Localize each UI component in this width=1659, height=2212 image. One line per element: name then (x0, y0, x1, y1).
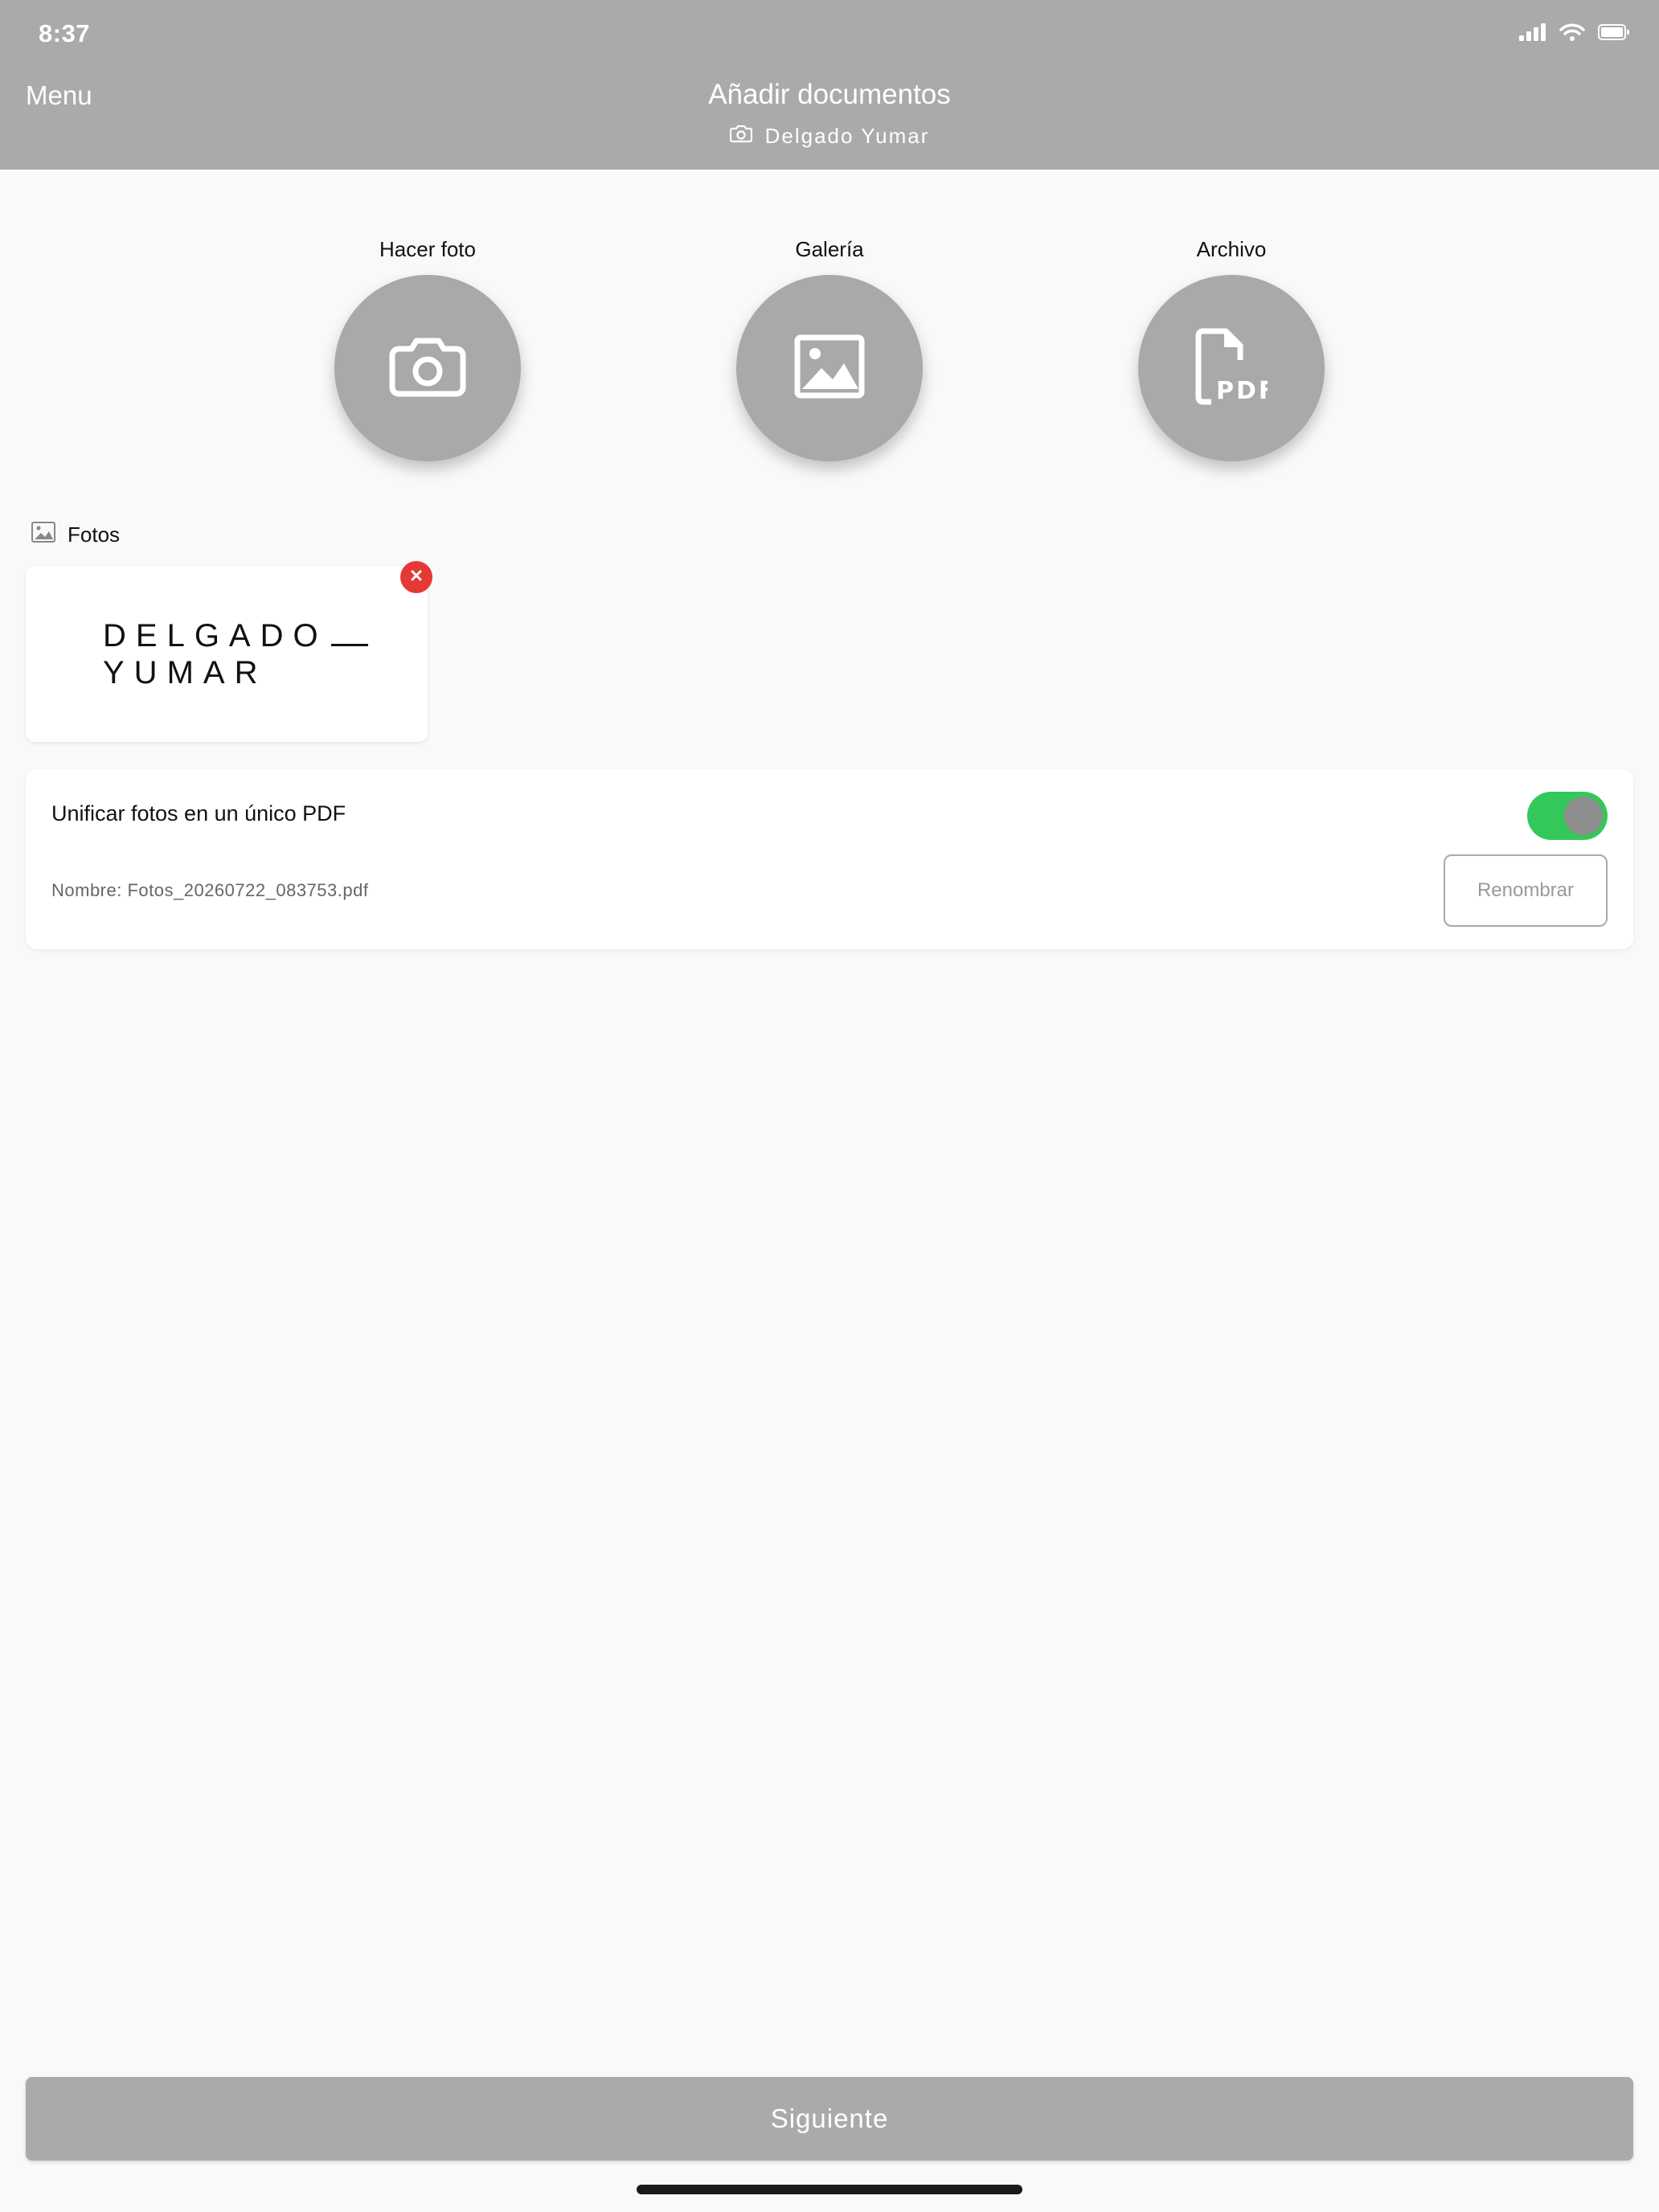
thumbnail-line-2: YUMAR (103, 655, 268, 690)
rename-button[interactable]: Renombrar (1444, 854, 1608, 927)
cellular-signal-icon (1519, 23, 1546, 45)
next-button[interactable]: Siguiente (26, 2077, 1633, 2161)
pdf-file-name: Nombre: Fotos_20260722_083753.pdf (51, 880, 369, 900)
action-label: Hacer foto (379, 237, 476, 261)
home-indicator (637, 2185, 1022, 2194)
photos-section-label: Fotos (68, 522, 121, 547)
camera-icon (729, 124, 752, 149)
status-time: 8:37 (39, 19, 91, 47)
action-label: Archivo (1196, 237, 1267, 261)
image-icon (31, 521, 56, 549)
take-photo-button[interactable] (334, 275, 521, 461)
close-icon (410, 569, 423, 586)
action-gallery[interactable]: Galería (709, 233, 950, 461)
photo-thumbnail: DELGADO YUMAR (103, 617, 368, 691)
unify-pdf-toggle[interactable] (1527, 792, 1608, 840)
pdf-file-icon: PDF (1195, 328, 1275, 409)
wifi-icon (1559, 23, 1585, 46)
svg-text:PDF: PDF (1216, 377, 1268, 405)
image-icon (794, 334, 865, 403)
app-header: 8:37 Menu Añadir documentos Delgado Yuma… (0, 0, 1659, 170)
toggle-knob (1564, 797, 1603, 835)
unify-pdf-panel: Unificar fotos en un único PDF Nombre: F… (26, 769, 1633, 949)
subtitle-text: Delgado Yumar (764, 124, 930, 148)
thumbnail-line-1: DELGADO (103, 618, 328, 653)
action-take-photo[interactable]: Hacer foto (307, 233, 548, 461)
page-title: Añadir documentos (708, 79, 951, 110)
remove-photo-button[interactable] (400, 561, 432, 593)
action-label: Galería (795, 237, 864, 261)
unify-pdf-label: Unificar fotos en un único PDF (51, 801, 346, 825)
header-title-group: Añadir documentos Delgado Yumar (0, 79, 1659, 149)
photo-thumbnail-card[interactable]: DELGADO YUMAR (26, 566, 428, 742)
action-file[interactable]: Archivo PDF (1111, 233, 1352, 461)
page-subtitle: Delgado Yumar (0, 124, 1659, 149)
status-icons (1519, 23, 1630, 46)
battery-icon (1598, 23, 1630, 45)
gallery-button[interactable] (736, 275, 923, 461)
photos-section-header: Fotos (31, 521, 120, 549)
file-button[interactable]: PDF (1138, 275, 1325, 461)
camera-icon (389, 334, 466, 403)
thumbnail-underline (330, 644, 368, 646)
